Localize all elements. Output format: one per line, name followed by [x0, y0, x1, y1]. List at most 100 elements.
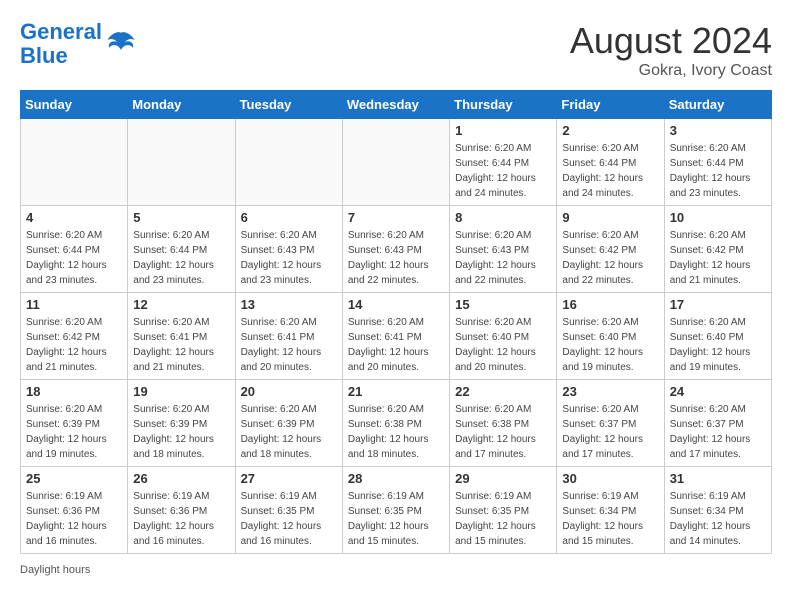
day-number: 25 [26, 471, 122, 486]
page-header: General Blue August 2024 Gokra, Ivory Co… [20, 20, 772, 80]
footer: Daylight hours [20, 564, 772, 576]
calendar-week-row: 18 Sunrise: 6:20 AM Sunset: 6:39 PM Dayli… [21, 380, 772, 467]
day-number: 24 [670, 384, 766, 399]
day-number: 10 [670, 210, 766, 225]
day-detail: Sunrise: 6:20 AM Sunset: 6:39 PM Dayligh… [241, 402, 337, 462]
calendar-cell: 13Sunrise: 6:20 AM Sunset: 6:41 PM Dayli… [235, 293, 342, 380]
day-detail: Sunrise: 6:20 AM Sunset: 6:37 PM Dayligh… [562, 402, 658, 462]
day-detail: Sunrise: 6:20 AM Sunset: 6:38 PM Dayligh… [455, 402, 551, 462]
day-number: 1 [455, 123, 551, 138]
day-number: 23 [562, 384, 658, 399]
calendar-cell: 24Sunrise: 6:20 AM Sunset: 6:37 PM Dayli… [664, 380, 771, 467]
footer-text: Daylight hours [20, 564, 90, 576]
calendar-cell: 12 Sunrise: 6:20 AM Sunset: 6:41 PM Dayli… [128, 293, 235, 380]
day-detail: Sunrise: 6:20 AM Sunset: 6:40 PM Dayligh… [562, 315, 658, 375]
day-detail: Sunrise: 6:20 AM Sunset: 6:42 PM Dayligh… [670, 228, 766, 288]
day-detail: Sunrise: 6:20 AM Sunset: 6:41 PM Dayligh… [133, 315, 229, 375]
calendar-cell: 4 Sunrise: 6:20 AM Sunset: 6:44 PM Daylig… [21, 206, 128, 293]
logo: General Blue [20, 20, 136, 68]
day-number: 26 [133, 471, 229, 486]
calendar-cell: 30Sunrise: 6:19 AM Sunset: 6:34 PM Dayli… [557, 467, 664, 554]
calendar-cell: 25Sunrise: 6:19 AM Sunset: 6:36 PM Dayli… [21, 467, 128, 554]
calendar-week-row: 1 Sunrise: 6:20 AM Sunset: 6:44 PM Daylig… [21, 119, 772, 206]
calendar-cell: 3Sunrise: 6:20 AM Sunset: 6:44 PM Daylig… [664, 119, 771, 206]
day-detail: Sunrise: 6:20 AM Sunset: 6:40 PM Dayligh… [455, 315, 551, 375]
calendar-cell: 1 Sunrise: 6:20 AM Sunset: 6:44 PM Daylig… [450, 119, 557, 206]
day-detail: Sunrise: 6:20 AM Sunset: 6:44 PM Dayligh… [455, 141, 551, 201]
day-detail: Sunrise: 6:20 AM Sunset: 6:38 PM Dayligh… [348, 402, 444, 462]
calendar-cell: 10 Sunrise: 6:20 AM Sunset: 6:42 PM Dayli… [664, 206, 771, 293]
calendar-cell: 31Sunrise: 6:19 AM Sunset: 6:34 PM Dayli… [664, 467, 771, 554]
day-number: 5 [133, 210, 229, 225]
day-number: 22 [455, 384, 551, 399]
calendar-day-header: Friday [557, 91, 664, 119]
calendar-table: SundayMondayTuesdayWednesdayThursdayFrid… [20, 90, 772, 554]
location-title: Gokra, Ivory Coast [570, 62, 772, 80]
day-number: 15 [455, 297, 551, 312]
day-number: 4 [26, 210, 122, 225]
day-detail: Sunrise: 6:20 AM Sunset: 6:43 PM Dayligh… [455, 228, 551, 288]
logo-bird-icon [106, 29, 136, 59]
day-detail: Sunrise: 6:20 AM Sunset: 6:44 PM Dayligh… [133, 228, 229, 288]
logo-text: General Blue [20, 20, 102, 68]
calendar-cell [235, 119, 342, 206]
calendar-cell [128, 119, 235, 206]
calendar-cell [21, 119, 128, 206]
day-detail: Sunrise: 6:20 AM Sunset: 6:40 PM Dayligh… [670, 315, 766, 375]
calendar-cell: 27 Sunrise: 6:19 AM Sunset: 6:35 PM Dayli… [235, 467, 342, 554]
calendar-cell: 26 Sunrise: 6:19 AM Sunset: 6:36 PM Dayli… [128, 467, 235, 554]
day-number: 21 [348, 384, 444, 399]
day-detail: Sunrise: 6:20 AM Sunset: 6:41 PM Dayligh… [241, 315, 337, 375]
calendar-cell: 7Sunrise: 6:20 AM Sunset: 6:43 PM Daylig… [342, 206, 449, 293]
day-detail: Sunrise: 6:20 AM Sunset: 6:39 PM Dayligh… [26, 402, 122, 462]
calendar-cell: 11 Sunrise: 6:20 AM Sunset: 6:42 PM Dayli… [21, 293, 128, 380]
day-detail: Sunrise: 6:20 AM Sunset: 6:44 PM Dayligh… [26, 228, 122, 288]
day-number: 28 [348, 471, 444, 486]
day-number: 27 [241, 471, 337, 486]
calendar-cell: 28 Sunrise: 6:19 AM Sunset: 6:35 PM Dayli… [342, 467, 449, 554]
calendar-cell: 9 Sunrise: 6:20 AM Sunset: 6:42 PM Daylig… [557, 206, 664, 293]
calendar-cell: 20Sunrise: 6:20 AM Sunset: 6:39 PM Dayli… [235, 380, 342, 467]
day-detail: Sunrise: 6:20 AM Sunset: 6:43 PM Dayligh… [348, 228, 444, 288]
calendar-week-row: 4 Sunrise: 6:20 AM Sunset: 6:44 PM Daylig… [21, 206, 772, 293]
day-detail: Sunrise: 6:19 AM Sunset: 6:36 PM Dayligh… [133, 489, 229, 549]
day-number: 19 [133, 384, 229, 399]
calendar-day-header: Monday [128, 91, 235, 119]
calendar-day-header: Thursday [450, 91, 557, 119]
day-detail: Sunrise: 6:20 AM Sunset: 6:39 PM Dayligh… [133, 402, 229, 462]
day-number: 16 [562, 297, 658, 312]
calendar-cell: 29 Sunrise: 6:19 AM Sunset: 6:35 PM Dayli… [450, 467, 557, 554]
day-detail: Sunrise: 6:20 AM Sunset: 6:43 PM Dayligh… [241, 228, 337, 288]
day-detail: Sunrise: 6:20 AM Sunset: 6:44 PM Dayligh… [562, 141, 658, 201]
day-detail: Sunrise: 6:20 AM Sunset: 6:42 PM Dayligh… [562, 228, 658, 288]
day-number: 2 [562, 123, 658, 138]
calendar-cell: 14 Sunrise: 6:20 AM Sunset: 6:41 PM Dayli… [342, 293, 449, 380]
calendar-cell: 5 Sunrise: 6:20 AM Sunset: 6:44 PM Daylig… [128, 206, 235, 293]
day-detail: Sunrise: 6:20 AM Sunset: 6:41 PM Dayligh… [348, 315, 444, 375]
day-detail: Sunrise: 6:19 AM Sunset: 6:35 PM Dayligh… [455, 489, 551, 549]
calendar-cell: 8 Sunrise: 6:20 AM Sunset: 6:43 PM Daylig… [450, 206, 557, 293]
day-number: 8 [455, 210, 551, 225]
day-detail: Sunrise: 6:20 AM Sunset: 6:42 PM Dayligh… [26, 315, 122, 375]
day-number: 17 [670, 297, 766, 312]
day-number: 18 [26, 384, 122, 399]
day-number: 9 [562, 210, 658, 225]
calendar-day-header: Wednesday [342, 91, 449, 119]
day-number: 12 [133, 297, 229, 312]
day-detail: Sunrise: 6:19 AM Sunset: 6:35 PM Dayligh… [241, 489, 337, 549]
calendar-cell: 17 Sunrise: 6:20 AM Sunset: 6:40 PM Dayli… [664, 293, 771, 380]
day-detail: Sunrise: 6:19 AM Sunset: 6:35 PM Dayligh… [348, 489, 444, 549]
calendar-cell: 6Sunrise: 6:20 AM Sunset: 6:43 PM Daylig… [235, 206, 342, 293]
calendar-cell: 22 Sunrise: 6:20 AM Sunset: 6:38 PM Dayli… [450, 380, 557, 467]
calendar-cell: 16 Sunrise: 6:20 AM Sunset: 6:40 PM Dayli… [557, 293, 664, 380]
day-number: 11 [26, 297, 122, 312]
calendar-cell: 19 Sunrise: 6:20 AM Sunset: 6:39 PM Dayli… [128, 380, 235, 467]
calendar-cell: 21 Sunrise: 6:20 AM Sunset: 6:38 PM Dayli… [342, 380, 449, 467]
calendar-cell: 23 Sunrise: 6:20 AM Sunset: 6:37 PM Dayli… [557, 380, 664, 467]
calendar-week-row: 11 Sunrise: 6:20 AM Sunset: 6:42 PM Dayli… [21, 293, 772, 380]
calendar-day-header: Sunday [21, 91, 128, 119]
day-number: 29 [455, 471, 551, 486]
day-number: 14 [348, 297, 444, 312]
day-number: 30 [562, 471, 658, 486]
title-block: August 2024 Gokra, Ivory Coast [570, 20, 772, 80]
